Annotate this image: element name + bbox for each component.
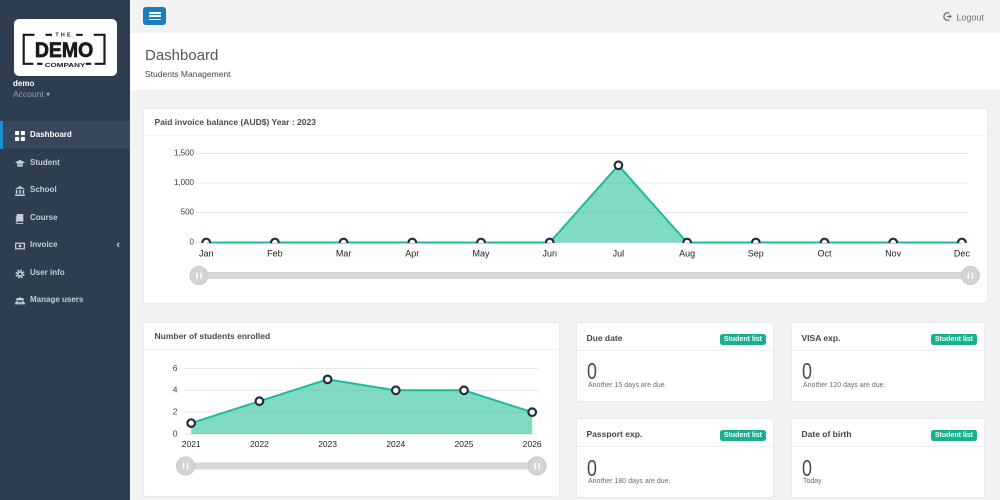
svg-text:2022: 2022 — [250, 439, 269, 449]
svg-text:Dec: Dec — [954, 249, 971, 259]
svg-text:2023: 2023 — [318, 439, 337, 449]
svg-text:Mar: Mar — [336, 249, 352, 259]
svg-text:THE: THE — [55, 32, 72, 38]
svg-text:Nov: Nov — [885, 249, 902, 259]
svg-text:Feb: Feb — [267, 249, 283, 259]
svg-text:Jan: Jan — [199, 249, 214, 259]
svg-text:4: 4 — [173, 385, 178, 395]
svg-text:COMPANY: COMPANY — [44, 62, 85, 68]
svg-text:May: May — [472, 249, 490, 259]
svg-text:2026: 2026 — [523, 439, 542, 449]
svg-text:500: 500 — [181, 207, 195, 216]
svg-text:1,500: 1,500 — [174, 148, 195, 157]
svg-text:Jul: Jul — [613, 249, 625, 259]
svg-text:2021: 2021 — [182, 439, 201, 449]
svg-text:Aug: Aug — [679, 249, 695, 259]
svg-text:DEMO: DEMO — [34, 38, 93, 61]
svg-text:6: 6 — [173, 363, 178, 373]
svg-text:Sep: Sep — [748, 249, 764, 259]
svg-text:0: 0 — [173, 428, 178, 438]
svg-text:Oct: Oct — [817, 249, 832, 259]
svg-text:0: 0 — [190, 237, 195, 246]
svg-text:Jun: Jun — [542, 249, 557, 259]
svg-text:2025: 2025 — [455, 439, 474, 449]
svg-text:1,000: 1,000 — [174, 178, 195, 187]
svg-text:Apr: Apr — [405, 249, 419, 259]
svg-text:2024: 2024 — [386, 439, 405, 449]
svg-text:2: 2 — [173, 407, 178, 417]
